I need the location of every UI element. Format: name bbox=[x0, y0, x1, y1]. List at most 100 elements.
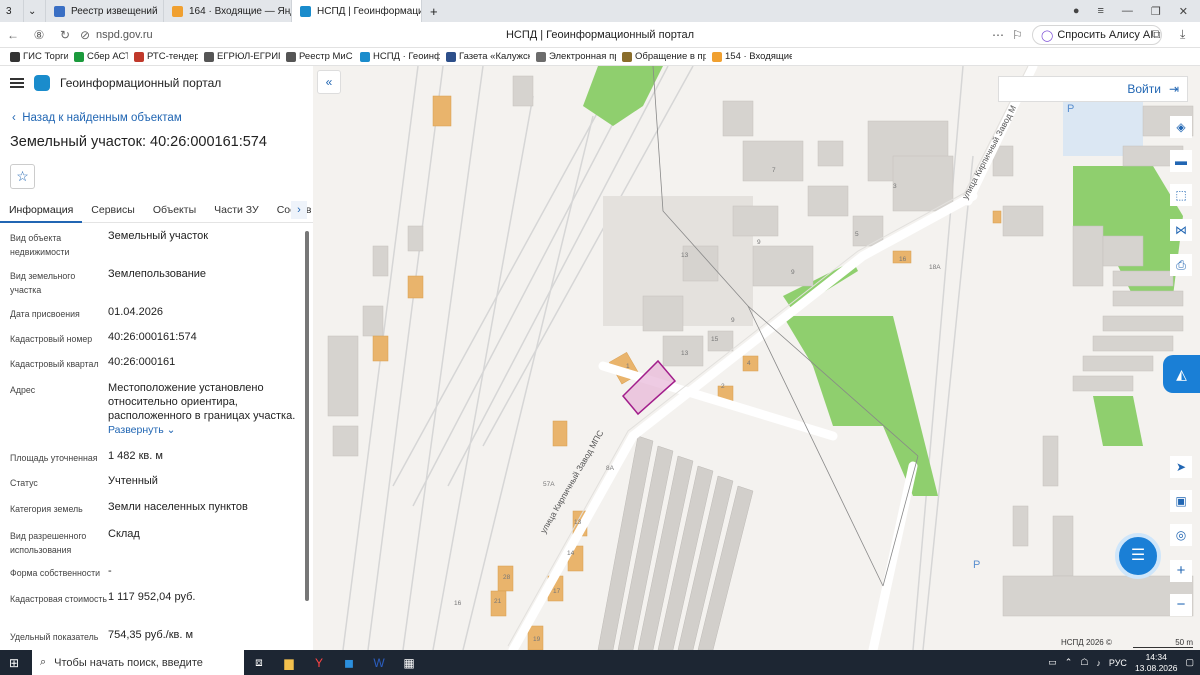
bookmark-item[interactable]: Сбер АСТ· bbox=[70, 51, 128, 62]
chevron-up-icon[interactable]: ⌃ bbox=[1065, 657, 1073, 668]
bookmark-item[interactable]: ЕГРЮЛ-ЕГРИП· bbox=[200, 51, 280, 62]
layers-icon[interactable]: ◈ bbox=[1170, 116, 1192, 138]
select-area-icon[interactable]: ⬚ bbox=[1170, 184, 1192, 206]
house-number: 16 bbox=[899, 256, 907, 263]
back-to-results-link[interactable]: ‹ Назад к найденным объектам bbox=[0, 100, 313, 124]
tab-objects[interactable]: Объекты bbox=[144, 197, 205, 223]
tab-services[interactable]: Сервисы bbox=[82, 197, 144, 223]
house-number: 13 bbox=[681, 350, 689, 357]
clock[interactable]: 14:34 13.08.2026 bbox=[1135, 652, 1178, 674]
tab-information[interactable]: Информация bbox=[0, 197, 83, 223]
tab-registry[interactable]: Реестр извещений bbox=[46, 0, 164, 22]
house-number: 14 bbox=[567, 550, 575, 557]
bookmark-icon bbox=[446, 51, 456, 62]
close-window-icon[interactable]: ✕ bbox=[1179, 5, 1188, 18]
map-canvas[interactable]: 7 3 9 9 5 16 18А 13 15 9 13 4 2 1 8А 13 … bbox=[313, 66, 1200, 650]
reload-icon[interactable]: ↻ bbox=[52, 28, 78, 42]
yandex-icon[interactable]: ⑧ bbox=[26, 28, 52, 42]
back-arrow-icon[interactable]: ← bbox=[0, 28, 26, 42]
parking-icon: P bbox=[1067, 103, 1074, 115]
bookmark-item[interactable]: НСПД · Геоинфор bbox=[356, 51, 440, 62]
zoom-in-button[interactable]: + bbox=[1170, 560, 1192, 582]
back-label: Назад к найденным объектам bbox=[22, 112, 182, 124]
tab-mail[interactable]: 164 · Входящие — Яндекс bbox=[164, 0, 292, 22]
bookmark-item[interactable]: 154 · Входящие — bbox=[708, 51, 792, 62]
warehouse-sheds bbox=[597, 435, 754, 650]
property-row: Кадастровая стоимость 1 117 952,04 руб. bbox=[0, 590, 313, 628]
property-value: Учтенный bbox=[108, 475, 158, 487]
chat-button[interactable]: ☰ bbox=[1115, 533, 1161, 579]
tab-counter[interactable]: 3 bbox=[0, 0, 24, 22]
hamburger-menu-icon[interactable] bbox=[10, 78, 24, 88]
property-row: Категория земель Земли населенных пунктов bbox=[0, 500, 313, 527]
minimize-icon[interactable]: — bbox=[1122, 5, 1133, 18]
bookmark-item[interactable]: Обращение в пра bbox=[618, 51, 706, 62]
house-number: 15 bbox=[711, 336, 719, 343]
property-key: Вид объекта недвижимости bbox=[10, 233, 70, 257]
collapse-panel-button[interactable]: « bbox=[317, 70, 341, 94]
ask-alice-button[interactable]: ◯ Спросить Алису AI bbox=[1032, 25, 1163, 45]
volume-icon[interactable]: ♪ bbox=[1096, 658, 1101, 668]
bookmark-icon[interactable]: ⚐ bbox=[1012, 28, 1023, 42]
bookmark-label: Обращение в пра bbox=[635, 51, 706, 62]
minimap-icon[interactable]: ▣ bbox=[1170, 490, 1192, 512]
property-value: Земли населенных пунктов bbox=[108, 501, 248, 513]
property-row: Дата присвоения 01.04.2026 bbox=[0, 305, 313, 330]
bookmark-item[interactable]: Электронная при bbox=[532, 51, 616, 62]
bookmark-item[interactable]: Газета «Калужск bbox=[442, 51, 530, 62]
taskbar-search[interactable]: ⌕ Чтобы начать поиск, введите bbox=[32, 650, 244, 675]
calculator-icon[interactable]: ▦ bbox=[394, 650, 424, 675]
property-row: Форма собственности - bbox=[0, 564, 313, 590]
network-icon[interactable]: ☖ bbox=[1080, 657, 1088, 668]
expand-link[interactable]: Развернуть ⌄ bbox=[108, 423, 298, 437]
favorite-star-button[interactable]: ☆ bbox=[10, 164, 35, 189]
panel-scrollbar[interactable] bbox=[305, 231, 309, 601]
share-icon[interactable]: ⋈ bbox=[1170, 219, 1192, 241]
chevron-down-icon[interactable]: ⌄ bbox=[24, 0, 46, 22]
ruler-icon[interactable]: ▬ bbox=[1170, 150, 1192, 172]
property-value: 754,35 руб./кв. м bbox=[108, 629, 194, 641]
house-number: 16 bbox=[454, 600, 462, 607]
notifications-icon[interactable]: ▢ bbox=[1185, 657, 1194, 668]
print-icon[interactable]: ⎙ bbox=[1170, 254, 1192, 276]
tab-nspd[interactable]: НСПД | Геоинформаци... ✕ bbox=[292, 0, 422, 22]
geolocation-icon[interactable]: ➤ bbox=[1170, 456, 1192, 478]
bookmark-item[interactable]: Реестр МиС bbox=[282, 51, 354, 62]
nspd-favicon-icon bbox=[300, 5, 311, 17]
language-indicator[interactable]: РУС bbox=[1109, 658, 1127, 668]
bookmark-item[interactable]: ГИС Торги· bbox=[6, 51, 68, 62]
portal-assistant-icon[interactable]: ◭ bbox=[1163, 355, 1200, 393]
bookmark-item[interactable]: РТС-тендер· bbox=[130, 51, 198, 62]
bookmark-label: РТС-тендер· bbox=[147, 51, 198, 62]
maximize-icon[interactable]: ❐ bbox=[1151, 5, 1161, 18]
tab-parcel-parts[interactable]: Части ЗУ bbox=[205, 197, 268, 223]
house-number: 3 bbox=[893, 183, 897, 190]
bookmark-label: НСПД · Геоинфор bbox=[373, 51, 440, 62]
property-key: Форма собственности bbox=[10, 568, 101, 578]
yandex-browser-icon[interactable]: Y bbox=[304, 650, 334, 675]
more-icon[interactable]: ⋯ bbox=[992, 28, 1004, 42]
word-icon[interactable]: W bbox=[364, 650, 394, 675]
property-value: Земельный участок bbox=[108, 230, 209, 242]
new-tab-button[interactable]: + bbox=[422, 0, 444, 22]
url-field[interactable]: nspd.gov.ru bbox=[96, 29, 153, 41]
windows-start-icon[interactable]: ⊞ bbox=[9, 656, 19, 670]
file-explorer-icon[interactable]: ▆ bbox=[274, 650, 304, 675]
screen-icon[interactable]: ▭ bbox=[1048, 657, 1057, 668]
bookmark-label: ЕГРЮЛ-ЕГРИП· bbox=[217, 51, 280, 62]
outlook-icon[interactable]: ◼ bbox=[334, 650, 364, 675]
task-view-icon[interactable]: ⧈ bbox=[244, 650, 274, 675]
extensions-icon[interactable]: ⧉ bbox=[1152, 27, 1161, 42]
profile-icon[interactable]: ● bbox=[1073, 5, 1080, 18]
tabs-scroll-right-icon[interactable]: › bbox=[291, 201, 307, 219]
bookmark-icon bbox=[622, 51, 632, 62]
bookmarks-bar: ГИС Торги· Сбер АСТ· РТС-тендер· ЕГРЮЛ-Е… bbox=[0, 48, 1200, 66]
bookmark-label: Сбер АСТ· bbox=[87, 51, 128, 62]
search-location-icon[interactable]: ◎ bbox=[1170, 524, 1192, 546]
download-icon[interactable]: ⤓ bbox=[1180, 27, 1185, 42]
login-button[interactable]: Войти ⇥ bbox=[998, 76, 1188, 102]
map-scale: 50 m bbox=[1133, 638, 1193, 648]
menu-icon[interactable]: ≡ bbox=[1097, 5, 1103, 18]
zoom-out-button[interactable]: − bbox=[1170, 594, 1192, 616]
map-view[interactable]: 7 3 9 9 5 16 18А 13 15 9 13 4 2 1 8А 13 … bbox=[313, 66, 1200, 650]
